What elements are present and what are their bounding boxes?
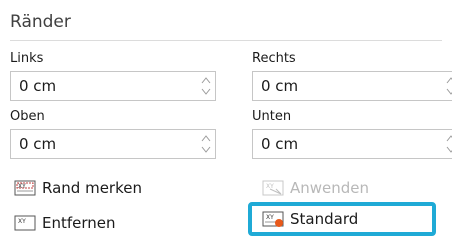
top-margin-field[interactable]: 0 cm (10, 129, 216, 159)
spin-down-icon[interactable] (201, 145, 211, 154)
xy-remove-icon: XY (14, 215, 36, 231)
right-label: Rechts (252, 51, 296, 66)
xy-standard-icon: XY (262, 211, 284, 227)
left-spinner[interactable] (201, 75, 211, 97)
remove-label: Entfernen (42, 214, 116, 232)
right-margin-value: 0 cm (261, 77, 299, 95)
spin-up-icon[interactable] (201, 76, 211, 85)
section-divider (10, 40, 442, 41)
spin-down-icon[interactable] (446, 87, 452, 96)
mark-margin-label: Rand merken (42, 179, 142, 197)
svg-text:XY: XY (18, 218, 26, 225)
standard-label: Standard (290, 210, 359, 228)
top-margin-value: 0 cm (19, 135, 57, 153)
spin-down-icon[interactable] (446, 145, 452, 154)
svg-text:XY: XY (266, 214, 274, 221)
right-margin-field[interactable]: 0 cm (252, 71, 452, 101)
bottom-margin-field[interactable]: 0 cm (252, 129, 452, 159)
spin-up-icon[interactable] (201, 134, 211, 143)
bottom-margin-value: 0 cm (261, 135, 299, 153)
standard-button[interactable]: XY Standard (262, 206, 358, 232)
xy-margin-icon: XY (14, 180, 36, 196)
mark-margin-button[interactable]: XY Rand merken (14, 175, 142, 201)
section-title: Ränder (10, 12, 71, 32)
left-margin-field[interactable]: 0 cm (10, 71, 216, 101)
left-label: Links (10, 51, 44, 66)
spin-up-icon[interactable] (446, 134, 452, 143)
top-spinner[interactable] (201, 133, 211, 155)
apply-label: Anwenden (290, 179, 370, 197)
spin-down-icon[interactable] (201, 87, 211, 96)
bottom-spinner[interactable] (446, 133, 452, 155)
svg-text:XY: XY (18, 183, 26, 190)
xy-apply-icon: XY (262, 180, 284, 196)
apply-button[interactable]: XY Anwenden (262, 175, 369, 201)
left-margin-value: 0 cm (19, 77, 57, 95)
right-spinner[interactable] (446, 75, 452, 97)
spin-up-icon[interactable] (446, 76, 452, 85)
bottom-label: Unten (252, 109, 292, 124)
top-label: Oben (10, 109, 45, 124)
remove-button[interactable]: XY Entfernen (14, 210, 116, 236)
